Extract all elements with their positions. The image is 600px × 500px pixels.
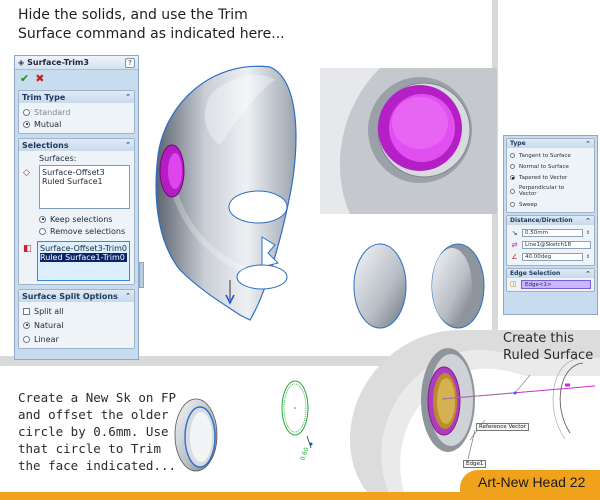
surface-trim-property-manager: ◈ Surface-Trim3 ? ✔ ✖ Trim Type ⌃ Standar… <box>14 55 139 360</box>
trim-type-group: Trim Type ⌃ Standard Mutual <box>18 90 135 134</box>
selections-header[interactable]: Selections ⌃ <box>19 139 134 151</box>
distance-field[interactable]: ↘ 0.50mm ⇕ <box>510 227 591 239</box>
trim-tool-icon: ◇ <box>23 168 30 178</box>
help-button[interactable]: ? <box>125 57 135 68</box>
pieces-listbox[interactable]: Surface-Offset3-Trim0 Ruled Surface1-Tri… <box>37 241 130 281</box>
radio-button[interactable] <box>510 202 515 207</box>
radio-standard[interactable]: Standard <box>23 106 130 118</box>
feature-title: Surface-Trim3 <box>27 58 89 67</box>
eye-cap-left <box>353 243 407 329</box>
spinner-icon[interactable]: ⇕ <box>586 230 591 236</box>
radio-button-selected[interactable] <box>23 321 30 329</box>
page-label: Art-New Head 22 <box>478 474 586 490</box>
checkbox-split-all[interactable]: Split all <box>23 305 130 317</box>
list-item-selected[interactable]: Ruled Surface1-Trim0 <box>40 253 127 262</box>
collapse-chevron-icon[interactable]: ⌃ <box>585 217 591 225</box>
surface-trim-icon: ◈ <box>18 58 25 67</box>
panel-resize-handle[interactable] <box>139 262 144 288</box>
radio-button-selected[interactable] <box>23 120 30 128</box>
split-options-header[interactable]: Surface Split Options ⌃ <box>19 290 134 302</box>
collapse-chevron-icon[interactable]: ⌃ <box>585 140 591 148</box>
edge-selection-header[interactable]: Edge Selection ⌃ <box>507 269 594 278</box>
offset-circle-sketch: 0.60 <box>281 380 313 462</box>
ruled-type-group: Type ⌃ Tangent to Surface Normal to Surfa… <box>506 138 595 213</box>
spinner-icon[interactable]: ⇕ <box>586 254 591 260</box>
list-item[interactable]: Surface-Offset3 <box>42 168 127 177</box>
distance-direction-header[interactable]: Distance/Direction ⌃ <box>507 216 594 225</box>
eye-zoom-inset <box>320 68 497 214</box>
radio-button[interactable] <box>510 188 515 194</box>
radio-tapered-to-vector[interactable]: Tapered to Vector <box>510 172 591 183</box>
radio-remove-selections[interactable]: Remove selections <box>39 225 130 237</box>
radio-linear[interactable]: Linear <box>23 333 130 345</box>
type-header[interactable]: Type ⌃ <box>507 139 594 148</box>
collapse-chevron-icon[interactable]: ⌃ <box>125 93 131 101</box>
surfaces-listbox[interactable]: Surface-Offset3 Ruled Surface1 <box>39 165 130 209</box>
distance-icon: ↘ <box>511 229 518 237</box>
radio-button-selected[interactable] <box>510 175 515 180</box>
radio-button[interactable] <box>23 108 30 116</box>
head-shell-model <box>155 65 297 321</box>
radio-button[interactable] <box>23 335 30 343</box>
property-manager-title-bar: ◈ Surface-Trim3 ? <box>15 56 138 70</box>
surface-split-options-group: Surface Split Options ⌃ Split all Natural… <box>18 289 135 349</box>
pieces-to-keep-icon: ◧ <box>23 244 32 254</box>
checkbox[interactable] <box>23 307 30 315</box>
radio-button[interactable] <box>510 153 515 158</box>
list-item[interactable]: Ruled Surface1 <box>42 177 127 186</box>
surfaces-label: Surfaces: <box>39 154 77 163</box>
reference-vector-field[interactable]: ⇄ Line1@Sketch18 <box>510 239 591 251</box>
ruled-surface-property-panel: Type ⌃ Tangent to Surface Normal to Surfa… <box>503 135 598 315</box>
angle-icon: ∠ <box>511 253 518 261</box>
distance-direction-group: Distance/Direction ⌃ ↘ 0.50mm ⇕ ⇄ Line1@Sket… <box>506 215 595 266</box>
ok-checkmark-icon[interactable]: ✔ <box>20 72 29 85</box>
reference-vector-tag[interactable]: Reference Vector <box>476 423 529 431</box>
instruction-caption-top: Hide the solids, and use the Trim Surfac… <box>18 7 285 42</box>
instruction-caption-bottom: Create a New Sk on FP and offset the old… <box>18 390 177 473</box>
collapse-chevron-icon[interactable]: ⌃ <box>585 270 591 278</box>
list-item[interactable]: Surface-Offset3-Trim0 <box>40 244 127 253</box>
radio-mutual[interactable]: Mutual <box>23 118 130 130</box>
radio-keep-selections[interactable]: Keep selections <box>39 213 130 225</box>
eye-cap-right <box>431 243 485 329</box>
radio-button-selected[interactable] <box>39 215 46 223</box>
edge-icon: ◫ <box>510 280 517 288</box>
edge-selection-box[interactable]: Edge<1> <box>521 280 591 289</box>
radio-perpendicular-to-vector[interactable]: Perpendicular to Vector <box>510 183 591 199</box>
edge-tag[interactable]: Edge1 <box>463 460 487 468</box>
edge-selection-group: Edge Selection ⌃ ◫ Edge<1> <box>506 268 595 292</box>
radio-natural[interactable]: Natural <box>23 319 130 331</box>
pm-actions: ✔ ✖ <box>15 70 138 86</box>
ruled-surface-view <box>421 348 596 460</box>
collapse-chevron-icon[interactable]: ⌃ <box>125 292 131 300</box>
radio-button[interactable] <box>510 164 515 169</box>
cancel-x-icon[interactable]: ✖ <box>35 72 44 85</box>
angle-field[interactable]: ∠ 40.00deg ⇕ <box>510 251 591 263</box>
collapse-chevron-icon[interactable]: ⌃ <box>125 141 131 149</box>
svg-text:0.60: 0.60 <box>299 446 310 461</box>
selections-group: Selections ⌃ Surfaces: ◇ Surface-Offset3 … <box>18 138 135 285</box>
radio-tangent-to-surface[interactable]: Tangent to Surface <box>510 150 591 161</box>
radio-sweep[interactable]: Sweep <box>510 199 591 210</box>
radio-normal-to-surface[interactable]: Normal to Surface <box>510 161 591 172</box>
radio-button[interactable] <box>39 227 46 235</box>
trim-type-header[interactable]: Trim Type ⌃ <box>19 91 134 103</box>
reverse-direction-icon[interactable]: ⇄ <box>510 241 519 250</box>
